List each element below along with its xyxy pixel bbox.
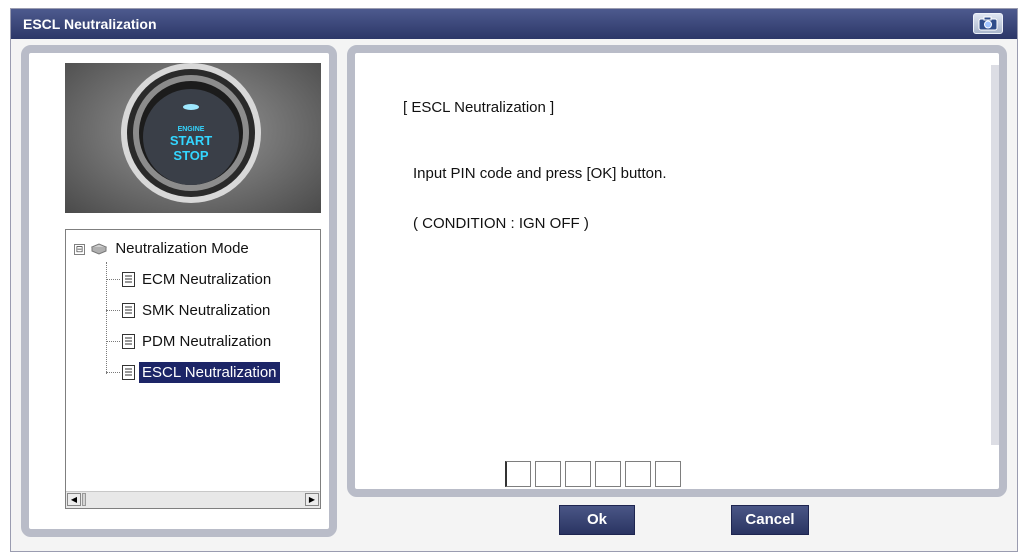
tree-item-label: PDM Neutralization <box>142 332 272 350</box>
tree-item-ecm-neutralization[interactable]: ECM Neutralization <box>106 270 274 292</box>
document-icon <box>122 333 135 349</box>
pin-digit-2[interactable] <box>535 461 561 487</box>
document-icon <box>122 271 135 287</box>
title-bar: ESCL Neutralization <box>11 9 1017 39</box>
document-icon <box>122 364 135 380</box>
scroll-right-icon[interactable]: ▶ <box>305 493 319 506</box>
escl-neutralization-window: ESCL Neutralization ENGINE START STOP ⊟ … <box>10 8 1018 552</box>
tree-item-smk-neutralization[interactable]: SMK Neutralization <box>106 301 273 323</box>
pin-code-input <box>505 461 685 489</box>
ok-button[interactable]: Ok <box>559 505 635 535</box>
navigation-panel: ENGINE START STOP ⊟ Neutralization Mode … <box>21 45 337 537</box>
message-condition: ( CONDITION : IGN OFF ) <box>413 215 589 232</box>
tree-item-label: SMK Neutralization <box>142 301 271 319</box>
document-icon <box>122 302 135 318</box>
start-stop-button-image: ENGINE START STOP <box>65 63 321 213</box>
cancel-button[interactable]: Cancel <box>731 505 809 535</box>
tree-item-escl-neutralization[interactable]: ESCL Neutralization <box>106 361 280 385</box>
window-title: ESCL Neutralization <box>23 16 157 32</box>
engine-label: ENGINE <box>178 126 205 133</box>
message-heading: [ ESCL Neutralization ] <box>403 99 555 116</box>
scroll-thumb[interactable] <box>82 493 86 506</box>
neutralization-tree: ⊟ Neutralization Mode ECM Neutralization… <box>65 229 321 509</box>
tree-item-label: ECM Neutralization <box>142 270 272 288</box>
tree-root-neutralization-mode[interactable]: ⊟ Neutralization Mode <box>74 240 249 262</box>
scroll-left-icon[interactable]: ◀ <box>67 493 81 506</box>
tree-item-label: ESCL Neutralization <box>139 361 280 383</box>
message-instruction: Input PIN code and press [OK] button. <box>413 165 667 182</box>
pin-digit-1[interactable] <box>505 461 531 487</box>
collapse-icon[interactable]: ⊟ <box>74 243 85 255</box>
message-panel: [ ESCL Neutralization ] Input PIN code a… <box>347 45 1007 497</box>
stop-label: STOP <box>173 148 208 163</box>
folder-icon <box>90 243 108 255</box>
tree-root-label: Neutralization Mode <box>115 240 249 257</box>
message-scrollbar[interactable] <box>991 65 999 445</box>
pin-digit-4[interactable] <box>595 461 621 487</box>
tree-item-pdm-neutralization[interactable]: PDM Neutralization <box>106 332 274 354</box>
pin-digit-3[interactable] <box>565 461 591 487</box>
pin-digit-5[interactable] <box>625 461 651 487</box>
camera-icon[interactable] <box>973 13 1003 34</box>
start-label: START <box>170 133 212 148</box>
pin-digit-6[interactable] <box>655 461 681 487</box>
tree-horizontal-scrollbar[interactable]: ◀ ▶ <box>66 491 320 508</box>
